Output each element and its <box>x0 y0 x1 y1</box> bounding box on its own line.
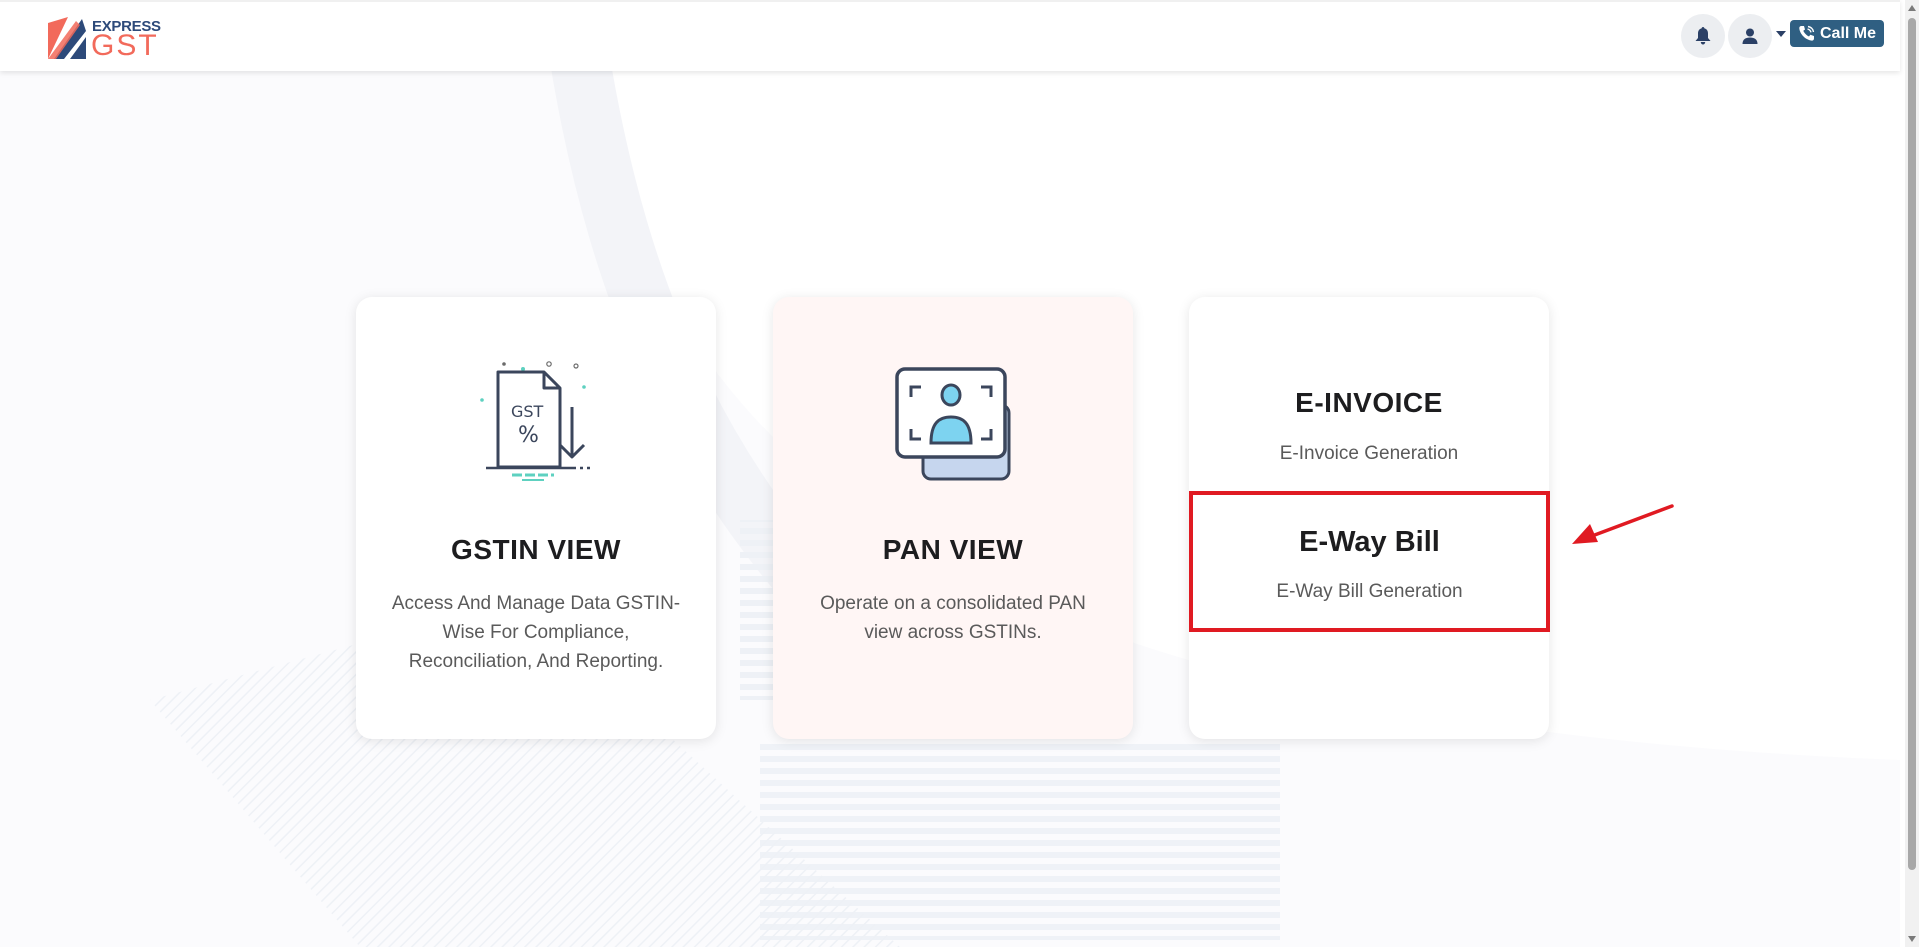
bell-icon <box>1695 27 1711 45</box>
gstin-view-description: Access And Manage Data GSTIN-Wise For Co… <box>391 593 681 672</box>
pan-view-title: PAN VIEW <box>882 534 1024 565</box>
scrollbar-thumb[interactable] <box>1908 18 1916 870</box>
scroll-up-icon[interactable] <box>1908 5 1916 11</box>
scroll-down-icon[interactable] <box>1908 936 1916 942</box>
gst-illustration-symbol: % <box>518 423 539 448</box>
call-me-label: Call Me <box>1819 24 1876 42</box>
gstin-view-card[interactable]: GST % GSTIN VIEW Access And Manage Data … <box>356 297 716 739</box>
pan-view-description: Operate on a consolidated PAN view acros… <box>820 593 1086 643</box>
user-icon <box>1742 28 1758 44</box>
logo-gst-text: GST <box>91 29 159 62</box>
chevron-down-icon[interactable] <box>1776 31 1786 37</box>
einvoice-description[interactable]: E-Invoice Generation <box>1189 443 1549 465</box>
gstin-view-title: GSTIN VIEW <box>451 534 621 565</box>
annotation-arrow-icon <box>1572 504 1674 544</box>
phone-icon <box>1799 25 1815 41</box>
gst-document-download-icon: GST % <box>480 361 591 481</box>
call-me-button[interactable]: Call Me <box>1790 20 1884 47</box>
gstin-illustration: GST % <box>356 357 716 482</box>
eway-bill-option[interactable]: E-Way Bill E-Way Bill Generation <box>1189 491 1550 632</box>
notifications-button[interactable] <box>1681 14 1725 58</box>
user-menu-button[interactable] <box>1728 14 1772 58</box>
viewport: EXPRESS GST Call Me GST % GSTIN VIEW Acc… <box>0 0 1919 947</box>
gst-illustration-text: GST <box>511 402 544 421</box>
vertical-scrollbar[interactable] <box>1905 0 1919 947</box>
eway-bill-description: E-Way Bill Generation <box>1276 581 1463 602</box>
pan-id-card-icon <box>895 367 1011 481</box>
pan-illustration <box>773 367 1133 482</box>
einvoice-title[interactable]: E-INVOICE <box>1189 387 1549 419</box>
brand-logo[interactable]: EXPRESS GST <box>48 16 164 62</box>
pan-view-card[interactable]: PAN VIEW Operate on a consolidated PAN v… <box>773 297 1133 739</box>
logo-mark-icon <box>48 17 86 59</box>
top-header: EXPRESS GST Call Me <box>0 0 1900 71</box>
eway-bill-title: E-Way Bill <box>1299 526 1440 558</box>
